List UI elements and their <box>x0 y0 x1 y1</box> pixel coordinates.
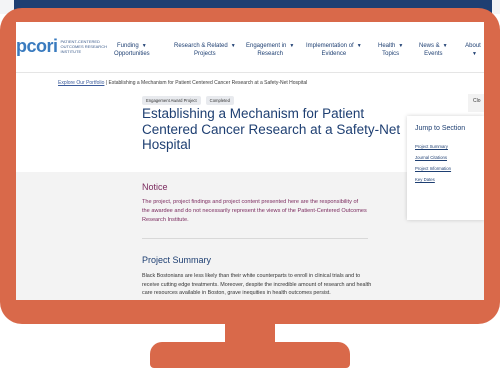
logo-subtitle: PATIENT-CENTERED OUTCOMES RESEARCH INSTI… <box>60 39 107 54</box>
project-summary-text: Black Bostonians are less likely than th… <box>142 273 372 296</box>
project-summary-heading: Project Summary <box>142 255 212 265</box>
jump-link-journal-citations[interactable]: Journal Citations <box>415 155 447 160</box>
nav-item-label: Topics <box>382 51 400 57</box>
jump-link-key-dates[interactable]: Key Dates <box>415 177 435 182</box>
site-logo[interactable]: pcori PATIENT-CENTERED OUTCOMES RESEARCH… <box>16 36 113 57</box>
chevron-down-icon: ▼ <box>141 43 147 49</box>
nav-item-label: Research & Related <box>174 43 228 49</box>
tag-engagement-award: Engagement Award Project <box>142 96 201 105</box>
nav-news-events[interactable]: News & ▼ Events <box>419 42 448 58</box>
page-title: Establishing a Mechanism for Patient Cen… <box>142 106 401 152</box>
jump-title: Jump to Section <box>415 125 466 132</box>
chevron-down-icon: ▼ <box>472 51 477 57</box>
breadcrumb-separator: | <box>105 80 108 86</box>
nav-item-label: Evidence <box>321 51 347 57</box>
nav-funding-opportunities[interactable]: Funding ▼ Opportunities <box>114 42 150 58</box>
chevron-down-icon: ▼ <box>398 43 404 49</box>
tag-status: Completed <box>205 96 234 105</box>
nav-engagement-research[interactable]: Engagement in ▼ Research <box>246 42 294 58</box>
nav-item-label: Engagement in <box>246 43 287 49</box>
notice-heading: Notice <box>142 182 168 192</box>
jump-to-section-panel: Jump to Section Project Summary Journal … <box>407 116 484 220</box>
nav-item-label: Health <box>378 43 396 49</box>
monitor-neck <box>225 318 275 344</box>
breadcrumb-link[interactable]: Explore Our Portfolio <box>58 80 104 86</box>
nav-item-label: About <box>465 43 481 49</box>
logo-wordmark: pcori <box>16 36 58 56</box>
monitor-stand <box>150 342 350 368</box>
nav-implementation-evidence[interactable]: Implementation of ▼ Evidence <box>306 42 362 58</box>
nav-item-label: Funding <box>117 43 139 49</box>
breadcrumb: Explore Our Portfolio | Establishing a M… <box>58 80 307 86</box>
nav-item-label: Events <box>424 51 443 57</box>
chevron-down-icon: ▼ <box>442 43 448 49</box>
nav-item-label: Opportunities <box>114 51 150 57</box>
nav-item-label: Projects <box>193 51 216 57</box>
breadcrumb-current: Establishing a Mechanism for Patient Cen… <box>108 80 308 86</box>
section-divider <box>142 238 368 239</box>
nav-item-label: Research <box>257 51 283 57</box>
nav-item-label: News & <box>419 43 440 49</box>
chevron-down-icon: ▼ <box>356 43 362 49</box>
monitor-screen: pcori PATIENT-CENTERED OUTCOMES RESEARCH… <box>16 22 484 300</box>
chevron-down-icon: ▼ <box>230 43 236 49</box>
close-button[interactable]: Clo <box>468 94 484 112</box>
nav-item-label: Implementation of <box>306 43 354 49</box>
project-tags: Engagement Award Project Completed <box>142 96 234 105</box>
jump-link-project-summary[interactable]: Project Summary <box>415 144 448 149</box>
nav-about[interactable]: About ▼ <box>462 42 484 58</box>
nav-health-topics[interactable]: Health ▼ Topics <box>378 42 403 58</box>
nav-research-projects[interactable]: Research & Related ▼ Projects <box>174 42 236 58</box>
notice-text: The project, project findings and projec… <box>142 199 367 223</box>
jump-link-project-information[interactable]: Project Information <box>415 166 451 171</box>
chevron-down-icon: ▼ <box>289 43 295 49</box>
site-header: pcori PATIENT-CENTERED OUTCOMES RESEARCH… <box>16 22 484 73</box>
